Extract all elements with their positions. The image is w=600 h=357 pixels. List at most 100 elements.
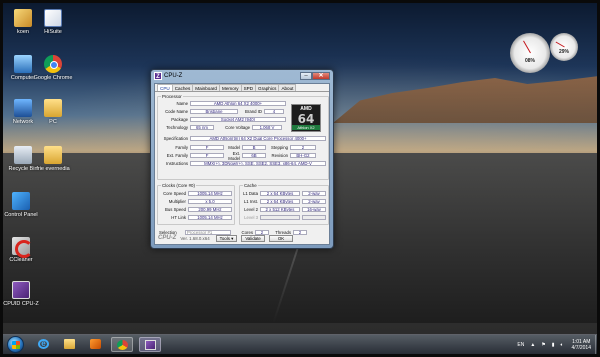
taskbar-ie-button[interactable]: e	[33, 337, 55, 352]
l1-data-label: L1 Data	[242, 191, 258, 196]
amd-logo-number: 64	[297, 112, 315, 126]
core-speed-label: Core Speed	[163, 191, 186, 196]
cpuz-icon	[12, 281, 30, 299]
brand-id-value: 4	[264, 109, 284, 114]
desktop-icon-label: HiSuite	[44, 29, 62, 35]
tab-graphics[interactable]: Graphics	[255, 84, 280, 91]
cpu-percent: 08%	[524, 58, 535, 65]
l1-inst-value: 2 x 64 KBytes	[260, 199, 300, 204]
cpu-gauge: 08%	[510, 33, 550, 73]
ht-link-label: HT Link	[171, 215, 186, 220]
clocks-group-label: Clocks (Core #0)	[161, 183, 196, 188]
l1-inst-label: L1 Inst.	[243, 199, 258, 204]
cpuz-client-area: CPU Caches Mainboard Memory SPD Graphics…	[154, 83, 330, 245]
folder-icon	[44, 146, 62, 164]
ext-family-label: Ext. Family	[166, 153, 188, 158]
start-button[interactable]	[7, 336, 24, 353]
stepping-label: Stepping	[271, 145, 288, 150]
minimize-button[interactable]: –	[300, 72, 312, 80]
chrome-icon	[44, 55, 62, 73]
tab-about[interactable]: About	[278, 84, 297, 91]
tab-memory[interactable]: Memory	[219, 84, 242, 91]
tab-caches[interactable]: Caches	[171, 84, 194, 91]
amd-athlon-logo: AMD 64 Athlon X2	[291, 104, 321, 132]
cache-group: Cache L1 Data 2 x 64 KBytes 2-way L1 Ins…	[239, 183, 329, 225]
volume-icon[interactable]: 🔈︎	[561, 342, 564, 348]
internet-explorer-icon: e	[38, 339, 49, 349]
tab-cpu[interactable]: CPU	[157, 84, 173, 91]
brand-id-label: Brand ID	[245, 109, 262, 114]
specification-label: Specification	[163, 136, 188, 141]
tab-mainboard[interactable]: Mainboard	[192, 84, 220, 91]
family-value: F	[190, 145, 224, 150]
chrome-icon	[117, 340, 128, 350]
cpuz-version: Ver. 1.68.0.x64	[180, 235, 210, 241]
show-desktop-button[interactable]	[595, 335, 597, 354]
name-label: Name	[176, 101, 188, 106]
technology-label: Technology	[166, 125, 188, 130]
instructions-value: MMX(+), 3DNow!(+), SSE, SSE2, SSE3, x86-…	[190, 161, 326, 166]
tools-button[interactable]: Tools ▾	[215, 234, 238, 242]
ht-link-value: 1005.14 MHz	[188, 215, 232, 220]
language-indicator[interactable]: EN	[517, 342, 524, 348]
ext-family-value: F	[190, 153, 224, 158]
desktop-icon-frie-evernedia[interactable]: frie evernedia	[31, 146, 75, 172]
level2-value: 2 x 512 KBytes	[260, 207, 300, 212]
desktop-icon-label: koen	[17, 29, 29, 35]
recycle-bin-icon	[14, 146, 32, 164]
cache-group-label: Cache	[243, 183, 258, 188]
cpuz-title: CPU-Z	[164, 73, 183, 79]
validate-button[interactable]: Validate	[241, 234, 265, 242]
close-button[interactable]: ✕	[312, 72, 330, 80]
code-name-label: Code Name	[165, 109, 188, 114]
ok-button[interactable]: OK	[268, 234, 294, 242]
cpuz-footer: CPU-Z Ver. 1.68.0.x64 Tools ▾ Validate O…	[155, 232, 329, 244]
desktop-icon-chrome[interactable]: Google Chrome	[31, 55, 75, 81]
taskbar-media-player-button[interactable]	[85, 337, 107, 352]
taskbar-cpuz-button[interactable]	[139, 337, 161, 352]
cpu-gauge-needle	[523, 40, 531, 54]
bus-speed-value: 200.99 MHz	[188, 207, 232, 212]
user-folder-icon	[14, 9, 32, 27]
memory-gauge: 29%	[550, 33, 578, 61]
core-voltage-value: 1.068 V	[252, 125, 282, 130]
amd-logo-sub: Athlon X2	[292, 125, 320, 130]
core-voltage-label: Core Voltage	[225, 125, 250, 130]
memory-gauge-needle	[555, 41, 565, 48]
cpuz-footer-brand: CPU-Z	[158, 235, 177, 241]
desktop-icon-label: CCleaner	[9, 257, 33, 263]
cpuz-window: Z CPU-Z – ✕ CPU Caches Mainboard Memory …	[150, 69, 334, 249]
taskbar: e EN ▲ ⚑ ▮ 🔈︎ 1:01 AM 4/7/2014	[3, 334, 597, 354]
taskbar-explorer-button[interactable]	[59, 337, 81, 352]
network-icon[interactable]: ▮	[552, 342, 555, 348]
level2-way: 16-way	[302, 207, 326, 212]
desktop-icon-control-panel[interactable]: Control Panel	[3, 192, 43, 218]
instructions-label: Instructions	[166, 161, 188, 166]
l1-inst-way: 2-way	[302, 199, 326, 204]
revision-label: Revision	[271, 153, 288, 158]
desktop-screen: koen HiSuite Computer Google Chrome Netw…	[0, 0, 600, 357]
desktop-icon-label: Control Panel	[4, 212, 38, 218]
show-hidden-icons-button[interactable]: ▲	[530, 342, 535, 348]
clock[interactable]: 1:01 AM 4/7/2014	[572, 339, 591, 351]
level2-label: Level 2	[244, 207, 258, 212]
package-label: Package	[171, 117, 188, 122]
flag-icon[interactable]: ⚑	[541, 342, 545, 348]
control-panel-icon	[12, 192, 30, 210]
ext-model-value: 6B	[242, 153, 266, 158]
multiplier-value: x 5.0	[188, 199, 232, 204]
core-speed-value: 1005.14 MHz	[188, 191, 232, 196]
desktop-icon-pc[interactable]: PC	[31, 99, 75, 125]
processor-name-value: AMD Athlon 64 X2 4000+	[190, 101, 286, 106]
tab-spd[interactable]: SPD	[240, 84, 257, 91]
cpuz-titlebar[interactable]: Z CPU-Z – ✕	[151, 70, 333, 82]
l1-data-value: 2 x 64 KBytes	[260, 191, 300, 196]
cpu-meter-gadget[interactable]: 08% 29%	[508, 31, 580, 77]
desktop-icon-label: CPUID CPU-Z	[3, 301, 39, 307]
desktop-icon-cpuz[interactable]: CPUID CPU-Z	[3, 281, 43, 307]
taskbar-chrome-button[interactable]	[111, 337, 133, 352]
desktop-icon-hisuite[interactable]: HiSuite	[31, 9, 75, 35]
bus-speed-label: Bus Speed	[164, 207, 186, 212]
desktop-icon-ccleaner[interactable]: CCleaner	[3, 237, 43, 263]
ccleaner-icon	[12, 237, 33, 258]
